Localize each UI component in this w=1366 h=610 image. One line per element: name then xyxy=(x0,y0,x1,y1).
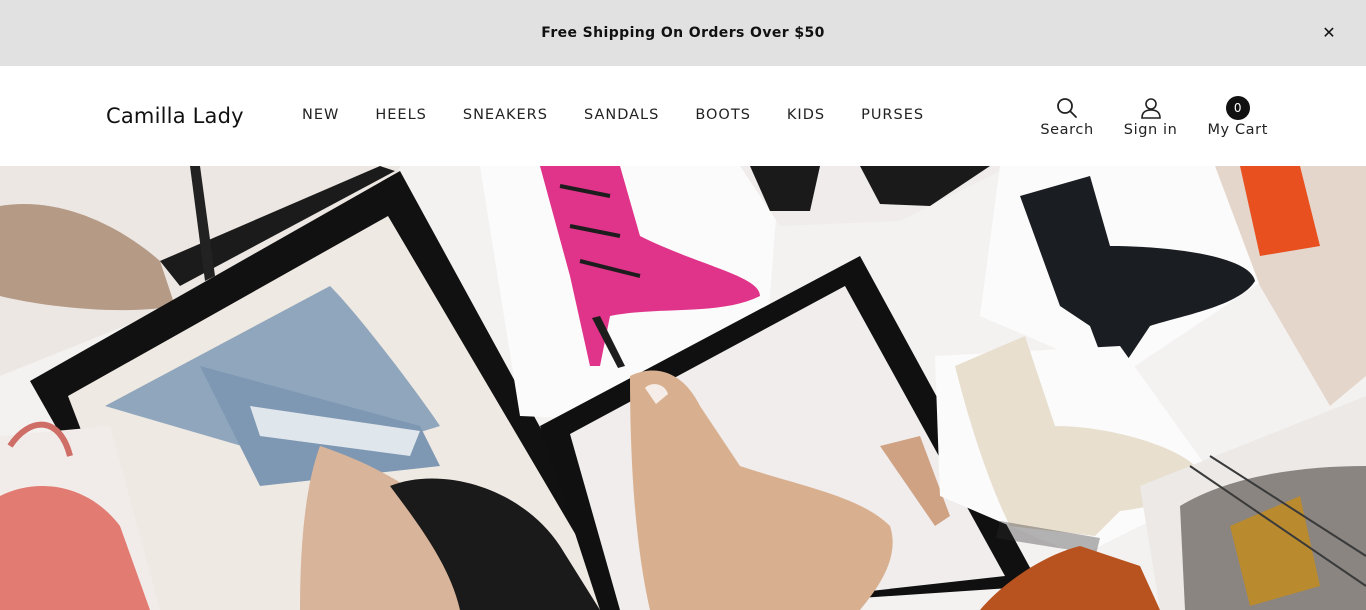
nav-item-sandals[interactable]: SANDALS xyxy=(584,107,659,123)
nav-item-purses[interactable]: PURSES xyxy=(861,107,924,123)
search-button[interactable]: Search xyxy=(1040,96,1093,138)
hero-collage-image xyxy=(0,166,1366,610)
hero-banner[interactable] xyxy=(0,166,1366,610)
user-icon xyxy=(1139,96,1163,120)
cart-label: My Cart xyxy=(1207,122,1268,138)
cart-button[interactable]: 0 My Cart xyxy=(1207,96,1268,138)
nav-item-kids[interactable]: KIDS xyxy=(787,107,825,123)
cart-count-icon: 0 xyxy=(1225,96,1250,120)
nav-item-new[interactable]: NEW xyxy=(302,107,339,123)
sign-in-button[interactable]: Sign in xyxy=(1124,96,1178,138)
nav-item-sneakers[interactable]: SNEAKERS xyxy=(463,107,548,123)
announcement-text: Free Shipping On Orders Over $50 xyxy=(541,25,825,41)
close-icon[interactable]: ✕ xyxy=(1320,24,1338,42)
header-tools: Search Sign in 0 My Cart xyxy=(1040,96,1268,138)
site-logo[interactable]: Camilla Lady xyxy=(106,104,244,128)
site-header: Camilla Lady NEW HEELS SNEAKERS SANDALS … xyxy=(0,66,1366,166)
announcement-bar: Free Shipping On Orders Over $50 ✕ xyxy=(0,0,1366,66)
nav-item-heels[interactable]: HEELS xyxy=(375,107,427,123)
cart-badge: 0 xyxy=(1225,96,1250,120)
nav-item-boots[interactable]: BOOTS xyxy=(695,107,751,123)
sign-in-label: Sign in xyxy=(1123,122,1178,138)
main-nav: NEW HEELS SNEAKERS SANDALS BOOTS KIDS PU… xyxy=(302,107,960,123)
search-icon xyxy=(1055,96,1079,120)
search-label: Search xyxy=(1040,122,1094,138)
